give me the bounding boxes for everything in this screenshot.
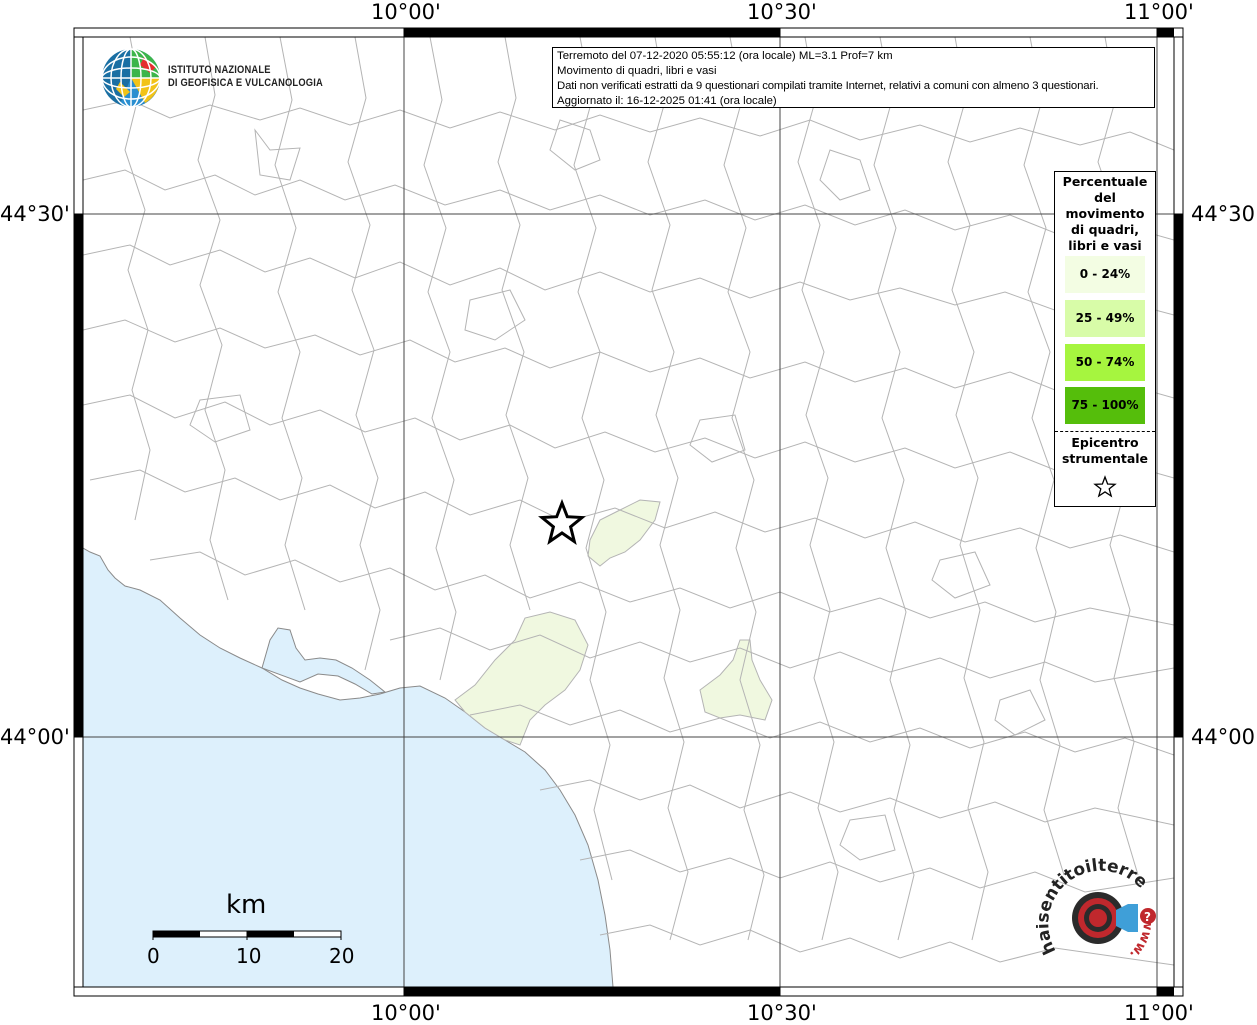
- data-disclaimer: Dati non verificati estratti da 9 questi…: [557, 80, 1099, 92]
- ingv-globe-logo-icon: [101, 48, 161, 108]
- legend-item-0-24: 0 - 24%: [1065, 256, 1145, 293]
- haisentito-logo-icon: haisentitoilterremoto.it www. ?: [1027, 841, 1156, 962]
- lat-label-left-1: 44°30': [0, 202, 70, 226]
- lon-label-bottom-3: 11°00': [1124, 1001, 1194, 1025]
- legend: Percentuale del movimento di quadri, lib…: [1054, 171, 1156, 507]
- updated-timestamp: Aggiornato il: 16-12-2025 01:41 (ora loc…: [557, 95, 777, 107]
- legend-title-line: libri e vasi: [1068, 238, 1142, 253]
- legend-item-25-49: 25 - 49%: [1065, 300, 1145, 337]
- scale-unit: km: [226, 890, 267, 920]
- effect-description: Movimento di quadri, libri e vasi: [557, 65, 717, 77]
- legend-title-line: di quadri,: [1070, 222, 1139, 237]
- legend-epicenter-line: Epicentro: [1071, 435, 1139, 450]
- legend-title-line: del: [1094, 190, 1116, 205]
- legend-divider: [1055, 431, 1155, 432]
- lat-label-right-2: 44°00': [1191, 725, 1257, 749]
- legend-item-50-74: 50 - 74%: [1065, 344, 1145, 381]
- lon-label-top-3: 11°00': [1124, 0, 1194, 24]
- institute-name-line1: ISTITUTO NAZIONALE: [168, 64, 271, 76]
- scale-tick-20: 20: [329, 944, 355, 968]
- event-summary: Terremoto del 07-12-2020 05:55:12 (ora l…: [557, 50, 893, 62]
- scale-tick-10: 10: [236, 944, 262, 968]
- institute-name-line2: DI GEOFISICA E VULCANOLOGIA: [168, 77, 323, 89]
- haisentito-logo[interactable]: haisentitoilterremoto.it www. ?: [1027, 841, 1166, 986]
- lon-label-bottom-2: 10°30': [747, 1001, 817, 1025]
- legend-title: Percentuale del movimento di quadri, lib…: [1055, 174, 1155, 254]
- legend-title-line: Percentuale: [1062, 174, 1148, 189]
- lat-label-left-2: 44°00': [0, 725, 70, 749]
- scale-tick-0: 0: [147, 944, 160, 968]
- svg-text:?: ?: [1144, 910, 1151, 924]
- lon-label-top-2: 10°30': [747, 0, 817, 24]
- event-info-box: Terremoto del 07-12-2020 05:55:12 (ora l…: [552, 47, 1155, 108]
- legend-epicenter-line: strumentale: [1061, 451, 1149, 466]
- legend-epicenter-label: Epicentro strumentale: [1055, 435, 1155, 467]
- legend-star-icon: [1093, 475, 1117, 498]
- ingv-logo: ISTITUTO NAZIONALE DI GEOFISICA E VULCAN…: [100, 46, 323, 110]
- institute-name: ISTITUTO NAZIONALE DI GEOFISICA E VULCAN…: [168, 64, 323, 90]
- lon-label-bottom-1: 10°00': [371, 1001, 441, 1025]
- lon-label-top-1: 10°00': [371, 0, 441, 24]
- lat-label-right-1: 44°30': [1191, 202, 1257, 226]
- legend-title-line: movimento: [1065, 206, 1145, 221]
- legend-item-75-100: 75 - 100%: [1065, 387, 1145, 424]
